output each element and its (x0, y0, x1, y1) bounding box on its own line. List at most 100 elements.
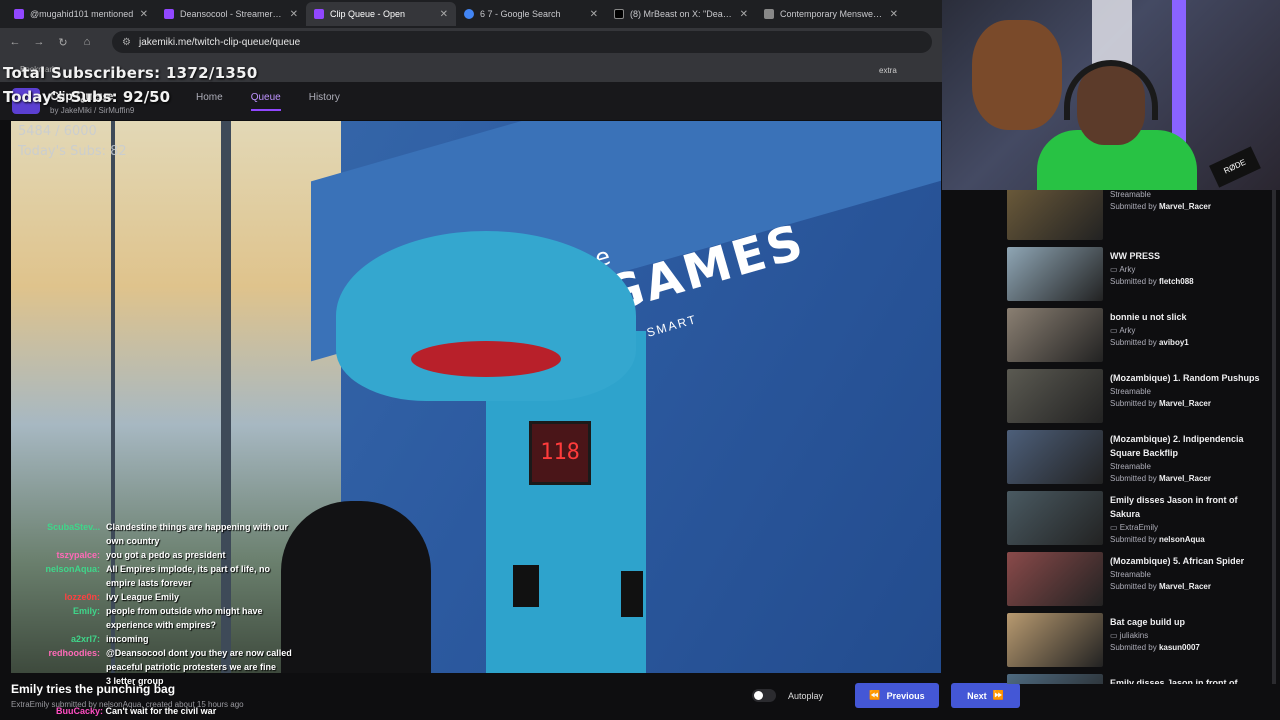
chat-message: a2xrl7: imcoming (70, 634, 149, 644)
queue-item[interactable]: Bat cage build up ▭ juliakins Submitted by… (1003, 611, 1273, 669)
site-info-icon[interactable]: ⚙ (122, 37, 131, 48)
tab-favicon-icon (164, 9, 174, 19)
machine-slot (513, 565, 539, 607)
url-field[interactable]: ⚙ jakemiki.me/twitch-clip-queue/queue (112, 31, 932, 53)
queue-item[interactable]: Streamable Submitted by Marvel_Racer (1003, 190, 1273, 242)
plush-bear (972, 20, 1062, 130)
queue-item[interactable]: bonnie u not slick ▭ Arky Submitted by avi… (1003, 306, 1273, 364)
forward-icon[interactable]: → (32, 36, 46, 48)
queue-scrollbar[interactable] (1272, 190, 1276, 684)
close-tab-icon[interactable]: ✕ (590, 9, 598, 20)
app-nav: Home Queue History (196, 92, 340, 111)
queue-item[interactable]: Emily disses Jason in front of Sakura AG… (1003, 672, 1273, 684)
today-subs-overlay: Today's Subs: 92/50 (3, 88, 171, 106)
clip-title: Emily tries the punching bag (11, 682, 176, 696)
tab-favicon-icon (764, 9, 774, 19)
nav-history[interactable]: History (309, 92, 340, 111)
browser-tab[interactable]: 6 7 - Google Search ✕ (456, 2, 606, 26)
clip-thumbnail[interactable] (1007, 190, 1103, 240)
microphone: RØDE (1209, 146, 1261, 188)
reload-icon[interactable]: ↻ (56, 36, 70, 49)
nav-queue[interactable]: Queue (250, 92, 281, 111)
queue-item[interactable]: WW PRESS ▭ Arky Submitted by fletch088 (1003, 245, 1273, 303)
nav-home[interactable]: Home (196, 92, 223, 111)
chat-message: ScubaStev... Clandestine things are happe… (47, 522, 289, 546)
browser-tab-active[interactable]: Clip Queue - Open ✕ (306, 2, 456, 26)
close-tab-icon[interactable]: ✕ (140, 9, 148, 20)
queue-item-channel: ▭ Arky (1110, 326, 1136, 335)
chat-message: lozze0n: Ivy League Emily (64, 592, 180, 602)
queue-item[interactable]: (Mozambique) 5. African Spider Streamable… (1003, 550, 1273, 608)
browser-address-bar: ← → ↻ ⌂ ⚙ jakemiki.me/twitch-clip-queue/… (0, 28, 942, 56)
queue-item[interactable]: (Mozambique) 1. Random Pushups Streamable… (1003, 367, 1273, 425)
browser-tab[interactable]: Deansocool - Streamer Overview✕ (156, 2, 306, 26)
chat-bubble-icon: ▭ (1110, 265, 1120, 274)
browser-tab[interactable]: Contemporary Menswear, St ✕ (756, 2, 906, 26)
queue-item-title: bonnie u not slick (1110, 312, 1187, 322)
clip-channel[interactable]: ExtraEmily (11, 700, 49, 709)
rewind-icon: ⏪ (869, 690, 881, 700)
queue-item-title: Emily disses Jason in front of Sakura AG… (1110, 678, 1238, 684)
tab-favicon-icon (464, 9, 474, 19)
queue-item-submitter: Submitted by nelsonAqua (1110, 535, 1205, 544)
queue-item-submitter: Submitted by Marvel_Racer (1110, 474, 1211, 483)
queue-item-channel: Streamable (1110, 190, 1151, 199)
headset-icon (1064, 60, 1158, 120)
clip-thumbnail[interactable] (1007, 491, 1103, 545)
clip-thumbnail[interactable] (1007, 308, 1103, 362)
home-icon[interactable]: ⌂ (80, 36, 94, 48)
back-icon[interactable]: ← (8, 36, 22, 48)
close-tab-icon[interactable]: ✕ (740, 9, 748, 20)
queue-item-submitter: Submitted by kasun0007 (1110, 643, 1200, 652)
queue-item-submitter: Submitted by aviboy1 (1110, 338, 1189, 347)
author-link[interactable]: SirMuffin9 (98, 106, 134, 115)
queue-item-channel: Streamable (1110, 570, 1151, 579)
tab-favicon-icon (14, 9, 24, 19)
clip-thumbnail[interactable] (1007, 674, 1103, 684)
clip-thumbnail[interactable] (1007, 552, 1103, 606)
chat-bubble-icon: ▭ (1110, 631, 1120, 640)
chat-message: BuuCacky: Can't wait for the civil war (56, 706, 217, 716)
toggle-knob (754, 691, 763, 700)
close-tab-icon[interactable]: ✕ (890, 9, 898, 20)
queue-item[interactable]: Emily disses Jason in front of Sakura ▭ E… (1003, 489, 1273, 547)
person (281, 501, 431, 673)
chat-bubble-icon: ▭ (1110, 326, 1120, 335)
close-tab-icon[interactable]: ✕ (290, 9, 298, 20)
clip-thumbnail[interactable] (1007, 247, 1103, 301)
app-authors: by JakeMiki / SirMuffin9 (50, 106, 135, 115)
clip-thumbnail[interactable] (1007, 430, 1103, 484)
queue-item-channel: Streamable (1110, 387, 1151, 396)
chat-message: Emily: people from outside who might have… (72, 606, 263, 630)
previous-button[interactable]: ⏪ Previous (855, 683, 940, 708)
next-button[interactable]: Next ⏩ (951, 683, 1021, 708)
machine-slot (621, 571, 643, 617)
chat-message: redhoodies: @Deansocool dont you they are… (48, 648, 292, 672)
player-controls: Autoplay ⏪ Previous Next ⏩ (752, 683, 1021, 708)
chat-message: tszypalce: you got a pedo as president (56, 550, 226, 560)
total-subscribers-overlay: Total Subscribers: 1372/1350 (3, 64, 258, 82)
author-link[interactable]: JakeMiki (61, 106, 92, 115)
webcam-overlay: RØDE (942, 0, 1280, 190)
autoplay-label: Autoplay (788, 690, 824, 701)
queue-item-submitter: Submitted by fletch088 (1110, 277, 1194, 286)
queue-item-submitter: Submitted by Marvel_Racer (1110, 399, 1211, 408)
queue-item-submitter: Submitted by Marvel_Racer (1110, 202, 1211, 211)
queue-item-title: (Mozambique) 5. African Spider (1110, 556, 1245, 566)
clip-thumbnail[interactable] (1007, 613, 1103, 667)
close-tab-icon[interactable]: ✕ (440, 9, 448, 20)
browser-tab[interactable]: (8) MrBeast on X: "Dear stream✕ (606, 2, 756, 26)
autoplay-toggle[interactable] (752, 689, 776, 702)
score-display: 118 (529, 421, 591, 485)
queue-item-title: (Mozambique) 2. Indipendencia Square Bac… (1110, 434, 1244, 458)
queue-item-channel: ▭ ExtraEmily (1110, 523, 1159, 532)
queue-item-channel: ▭ juliakins (1110, 631, 1149, 640)
queue-item-channel: ▭ Arky (1110, 265, 1136, 274)
queue-item-title: Emily disses Jason in front of Sakura (1110, 495, 1238, 519)
fast-forward-icon: ⏩ (992, 690, 1004, 700)
clip-thumbnail[interactable] (1007, 369, 1103, 423)
browser-tab[interactable]: @mugahid101 mentioned ✕ (6, 2, 156, 26)
punching-pad (411, 341, 561, 377)
queue-item-title: Bat cage build up (1110, 617, 1186, 627)
queue-item[interactable]: (Mozambique) 2. Indipendencia Square Bac… (1003, 428, 1273, 486)
